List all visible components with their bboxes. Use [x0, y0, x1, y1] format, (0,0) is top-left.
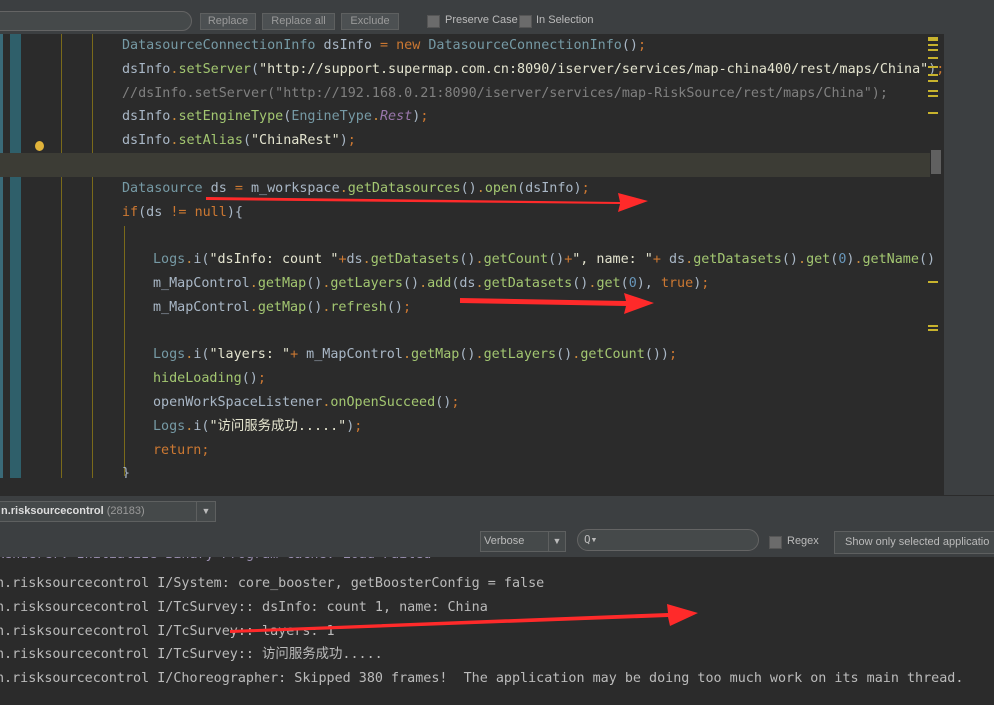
- search-icon: Q▾: [584, 533, 598, 546]
- dropdown-arrow-icon[interactable]: ▼: [548, 532, 565, 551]
- code-line: }: [122, 466, 131, 478]
- process-name: n.risksourcecontrol: [1, 505, 104, 517]
- error-stripe[interactable]: [926, 34, 942, 478]
- log-line-partial: Renderer: Initialize Binary Program Cach…: [0, 557, 431, 567]
- log-line: n.risksourcecontrol I/Choreographer: Ski…: [0, 671, 964, 687]
- code-line: return;: [153, 442, 210, 458]
- replace-all-button[interactable]: Replace all: [262, 13, 335, 30]
- code-line: //dsInfo.setServer("http://192.168.0.21:…: [122, 85, 888, 101]
- current-line-highlight: [0, 153, 930, 177]
- code-line: openWorkSpaceListener.onOpenSucceed();: [153, 395, 460, 410]
- exclude-button[interactable]: Exclude: [341, 13, 399, 30]
- indent-guide: [92, 34, 93, 478]
- log-search-input[interactable]: Q▾: [577, 529, 759, 551]
- code-line: Logs.i("dsInfo: count "+ds.getDatasets()…: [153, 252, 944, 268]
- find-input[interactable]: [0, 11, 192, 31]
- code-line: m_MapControl.getMap().refresh();: [153, 299, 411, 315]
- code-line: Logs.i("layers: "+ m_MapControl.getMap()…: [153, 347, 678, 363]
- log-level-dropdown[interactable]: Verbose ▼: [480, 531, 566, 552]
- preserve-case-checkbox[interactable]: [427, 15, 440, 28]
- indent-guide: [124, 226, 125, 476]
- logcat-filter-bar: Verbose ▼ Q▾ Regex Show only selected ap…: [0, 527, 994, 557]
- app-filter-dropdown[interactable]: Show only selected applicatio: [834, 531, 994, 554]
- log-line: n.risksourcecontrol I/TcSurvey:: dsInfo:…: [0, 599, 488, 615]
- code-line: dsInfo.setEngineType(EngineType.Rest);: [122, 109, 429, 125]
- indent-guide: [61, 34, 62, 478]
- change-marker-bar: [10, 34, 21, 478]
- code-line: dsInfo.setAlias("ChinaRest");: [122, 133, 356, 149]
- code-line: Logs.i("访问服务成功.....");: [153, 418, 363, 434]
- vertical-scrollbar-thumb[interactable]: [931, 150, 941, 174]
- code-editor[interactable]: DatasourceConnectionInfo dsInfo = new Da…: [0, 34, 944, 478]
- log-line: n.risksourcecontrol I/System: core_boost…: [0, 576, 545, 591]
- in-selection-checkbox[interactable]: [519, 15, 532, 28]
- log-level-value: Verbose: [484, 535, 525, 547]
- code-line: Datasource ds = m_workspace.getDatasourc…: [122, 180, 590, 196]
- find-replace-bar: Replace Replace all Exclude Preserve Cas…: [0, 0, 944, 35]
- in-selection-label: In Selection: [536, 14, 594, 26]
- logcat-output[interactable]: Renderer: Initialize Binary Program Cach…: [0, 557, 994, 705]
- right-tool-strip: [944, 0, 994, 495]
- regex-label: Regex: [787, 535, 819, 547]
- process-pid: (28183): [106, 505, 145, 517]
- process-dropdown[interactable]: n.risksourcecontrol (28183) ▼: [0, 501, 216, 522]
- code-line: if(ds != null){: [122, 204, 243, 220]
- bulb-icon[interactable]: [35, 141, 44, 151]
- preserve-case-label: Preserve Case: [445, 14, 518, 26]
- code-line: m_MapControl.getMap().getLayers().add(ds…: [153, 276, 710, 291]
- code-line: hideLoading();: [153, 371, 266, 387]
- regex-checkbox[interactable]: [769, 536, 782, 549]
- code-line: dsInfo.setServer("http://support.superma…: [122, 61, 944, 77]
- logcat-process-bar: n.risksourcecontrol (28183) ▼: [0, 495, 994, 528]
- code-line: DatasourceConnectionInfo dsInfo = new Da…: [122, 38, 647, 53]
- gutter-strip: [0, 34, 3, 478]
- replace-button[interactable]: Replace: [200, 13, 256, 30]
- dropdown-arrow-icon[interactable]: ▼: [196, 502, 215, 521]
- log-line: n.risksourcecontrol I/TcSurvey:: 访问服务成功.…: [0, 647, 383, 663]
- log-line: n.risksourcecontrol I/TcSurvey:: layers:…: [0, 623, 335, 639]
